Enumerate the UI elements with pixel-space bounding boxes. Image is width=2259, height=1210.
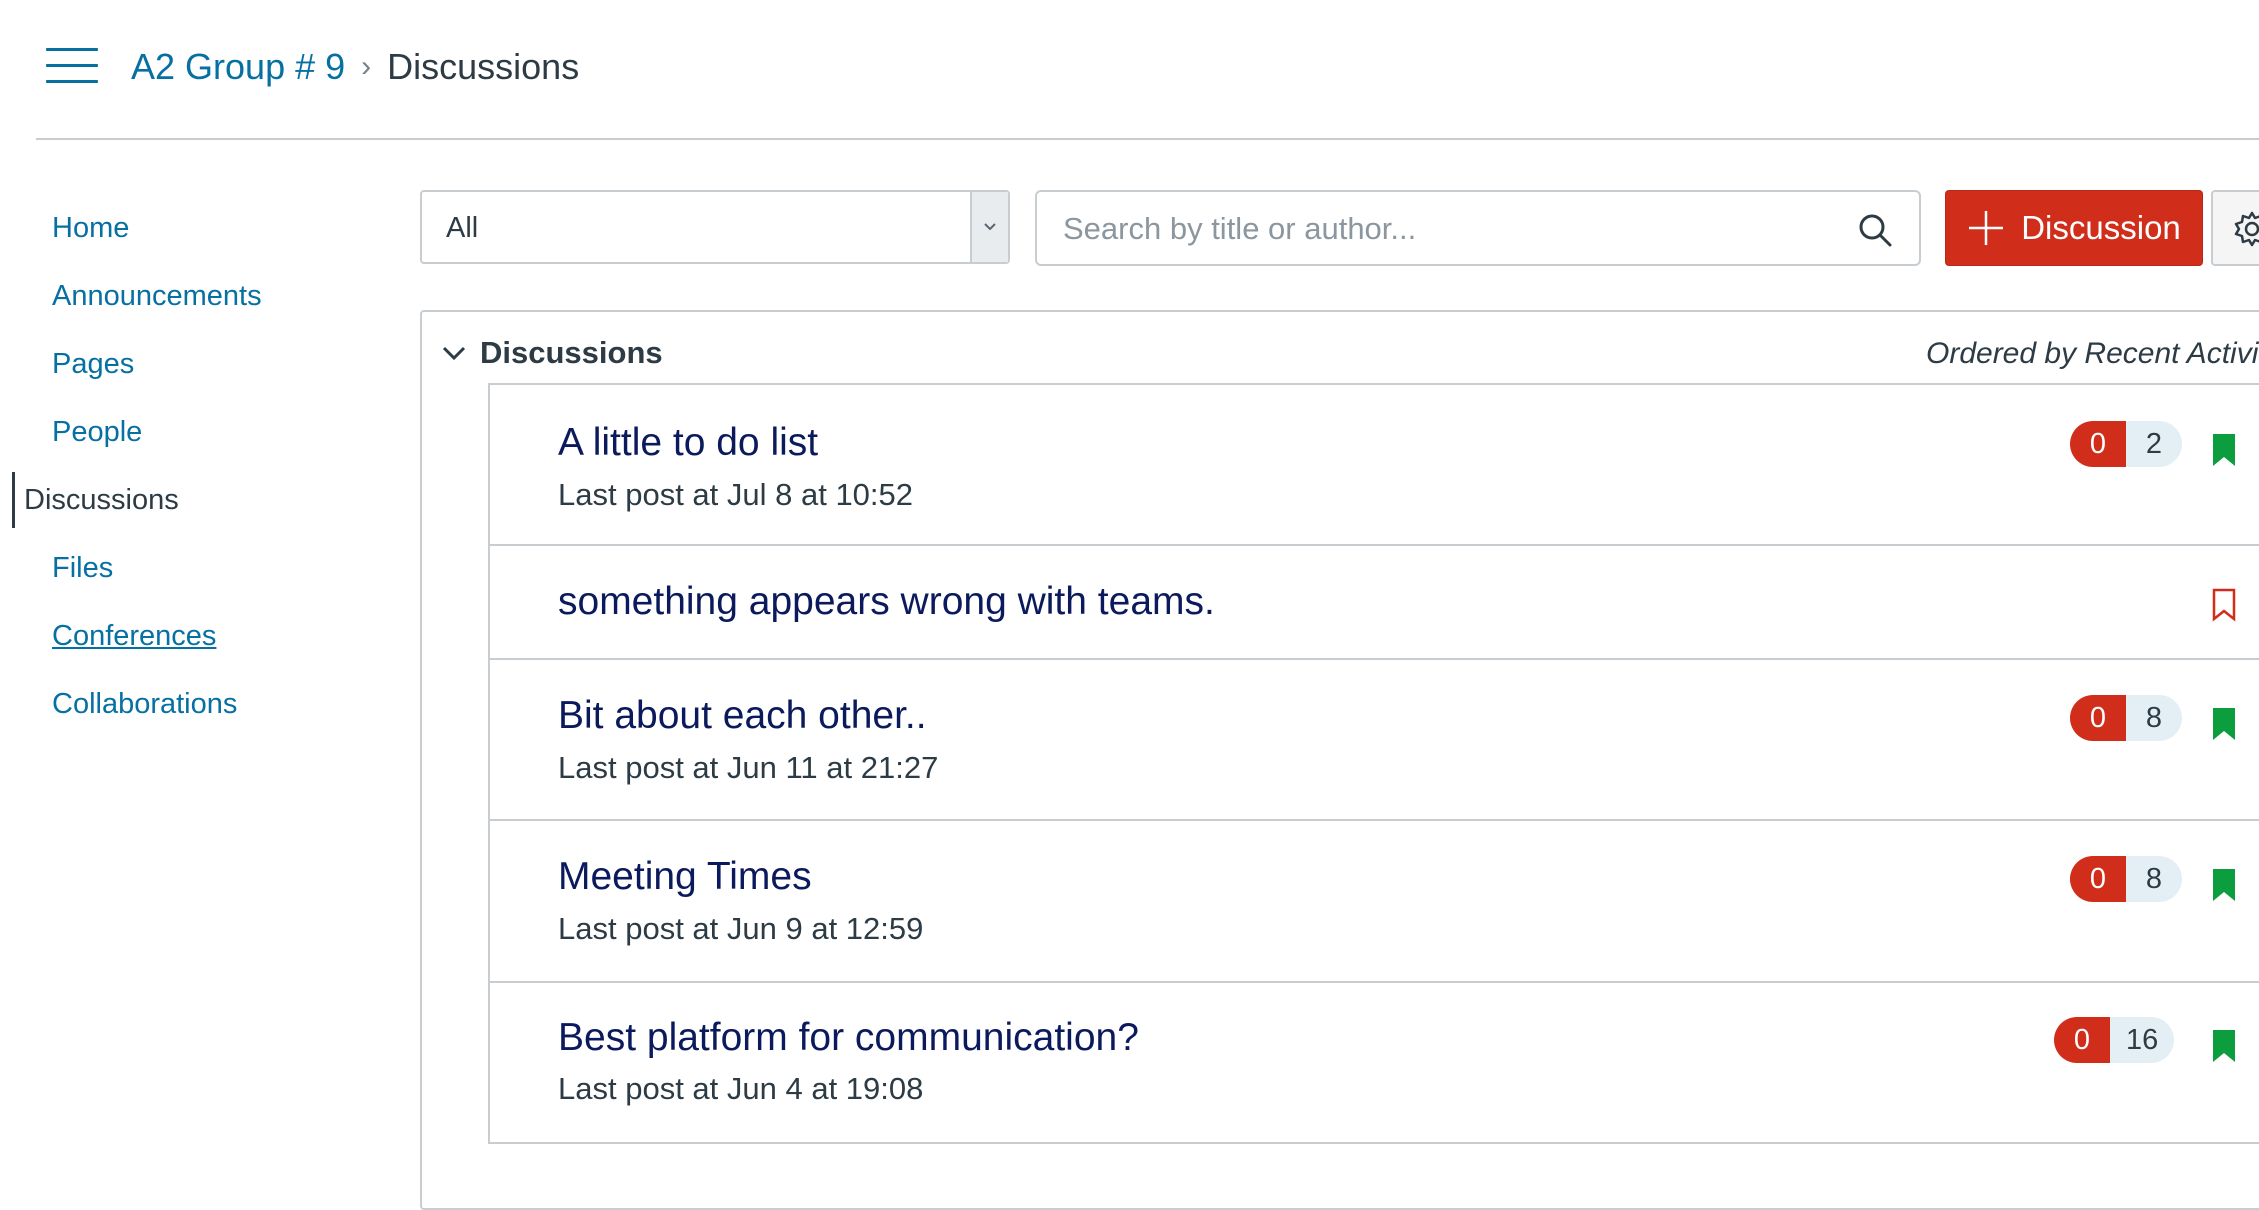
reply-count-badge: 2 xyxy=(2126,421,2182,467)
reply-count-badge: 16 xyxy=(2110,1017,2175,1063)
discussions-section-toggle[interactable]: Discussions xyxy=(440,335,663,371)
chevron-down-icon[interactable] xyxy=(970,192,1008,262)
ordered-by-label: Ordered by Recent Activity xyxy=(1926,337,2259,370)
gear-icon xyxy=(2234,211,2259,247)
settings-button[interactable] xyxy=(2211,190,2259,266)
discussion-row[interactable]: A little to do list Last post at Jul 8 a… xyxy=(488,383,2259,546)
nav-item-people[interactable]: People xyxy=(0,398,360,466)
discussion-last-post: Last post at Jul 8 at 10:52 xyxy=(558,477,914,512)
unread-count-badge: 0 xyxy=(2054,1017,2110,1063)
discussion-last-post: Last post at Jun 4 at 19:08 xyxy=(558,1071,924,1106)
nav-item-pages[interactable]: Pages xyxy=(0,330,360,398)
bookmark-filled-icon[interactable] xyxy=(2212,868,2236,902)
header-divider xyxy=(36,138,2259,140)
unread-count-badge: 0 xyxy=(2070,421,2126,467)
unread-count-badge: 0 xyxy=(2070,856,2126,902)
filter-selected-value: All xyxy=(446,212,479,244)
chevron-down-icon xyxy=(442,346,466,361)
nav-item-files[interactable]: Files xyxy=(0,534,360,602)
bookmark-filled-icon[interactable] xyxy=(2212,433,2236,467)
plus-icon xyxy=(1969,211,2004,245)
add-discussion-button[interactable]: Discussion xyxy=(1945,190,2203,266)
breadcrumb: A2 Group # 9 › Discussions xyxy=(131,46,579,88)
filter-select[interactable]: All xyxy=(420,190,1010,264)
discussion-title-link[interactable]: something appears wrong with teams. xyxy=(558,580,1215,624)
section-title: Discussions xyxy=(480,335,663,370)
nav-item-discussions[interactable]: Discussions xyxy=(0,466,360,534)
breadcrumb-separator-icon: › xyxy=(361,50,372,83)
reply-count-badge: 8 xyxy=(2126,856,2182,902)
hamburger-icon[interactable] xyxy=(46,48,98,86)
search-icon[interactable] xyxy=(1857,212,1893,248)
nav-item-conferences[interactable]: Conferences xyxy=(0,602,360,670)
add-discussion-label: Discussion xyxy=(2021,209,2181,246)
reply-counts[interactable]: 0 8 xyxy=(2070,856,2182,902)
bookmark-outline-icon[interactable] xyxy=(2212,588,2236,622)
discussion-row[interactable]: Bit about each other.. Last post at Jun … xyxy=(488,658,2259,821)
discussion-title-link[interactable]: Best platform for communication? xyxy=(558,1016,1139,1060)
reply-counts[interactable]: 0 8 xyxy=(2070,695,2182,741)
reply-count-badge: 8 xyxy=(2126,695,2182,741)
discussion-row[interactable]: Best platform for communication? Last po… xyxy=(488,981,2259,1144)
search-input[interactable] xyxy=(1061,196,1845,262)
course-navigation: Home Announcements Pages People Discussi… xyxy=(0,194,360,738)
bookmark-filled-icon[interactable] xyxy=(2212,707,2236,741)
breadcrumb-course-link[interactable]: A2 Group # 9 xyxy=(131,46,345,88)
discussion-title-link[interactable]: Meeting Times xyxy=(558,855,812,899)
bookmark-filled-icon[interactable] xyxy=(2212,1029,2236,1063)
unread-count-badge: 0 xyxy=(2070,695,2126,741)
discussion-row[interactable]: something appears wrong with teams. xyxy=(488,544,2259,660)
breadcrumb-current: Discussions xyxy=(387,46,580,87)
reply-counts[interactable]: 0 16 xyxy=(2054,1017,2175,1063)
discussion-title-link[interactable]: A little to do list xyxy=(558,421,818,465)
nav-item-announcements[interactable]: Announcements xyxy=(0,262,360,330)
search-box xyxy=(1035,190,1921,266)
discussion-title-link[interactable]: Bit about each other.. xyxy=(558,694,927,738)
nav-item-home[interactable]: Home xyxy=(0,194,360,262)
reply-counts[interactable]: 0 2 xyxy=(2070,421,2182,467)
discussion-last-post: Last post at Jun 11 at 21:27 xyxy=(558,750,939,785)
discussion-row[interactable]: Meeting Times Last post at Jun 9 at 12:5… xyxy=(488,819,2259,983)
discussion-last-post: Last post at Jun 9 at 12:59 xyxy=(558,911,924,946)
nav-item-collaborations[interactable]: Collaborations xyxy=(0,670,360,738)
